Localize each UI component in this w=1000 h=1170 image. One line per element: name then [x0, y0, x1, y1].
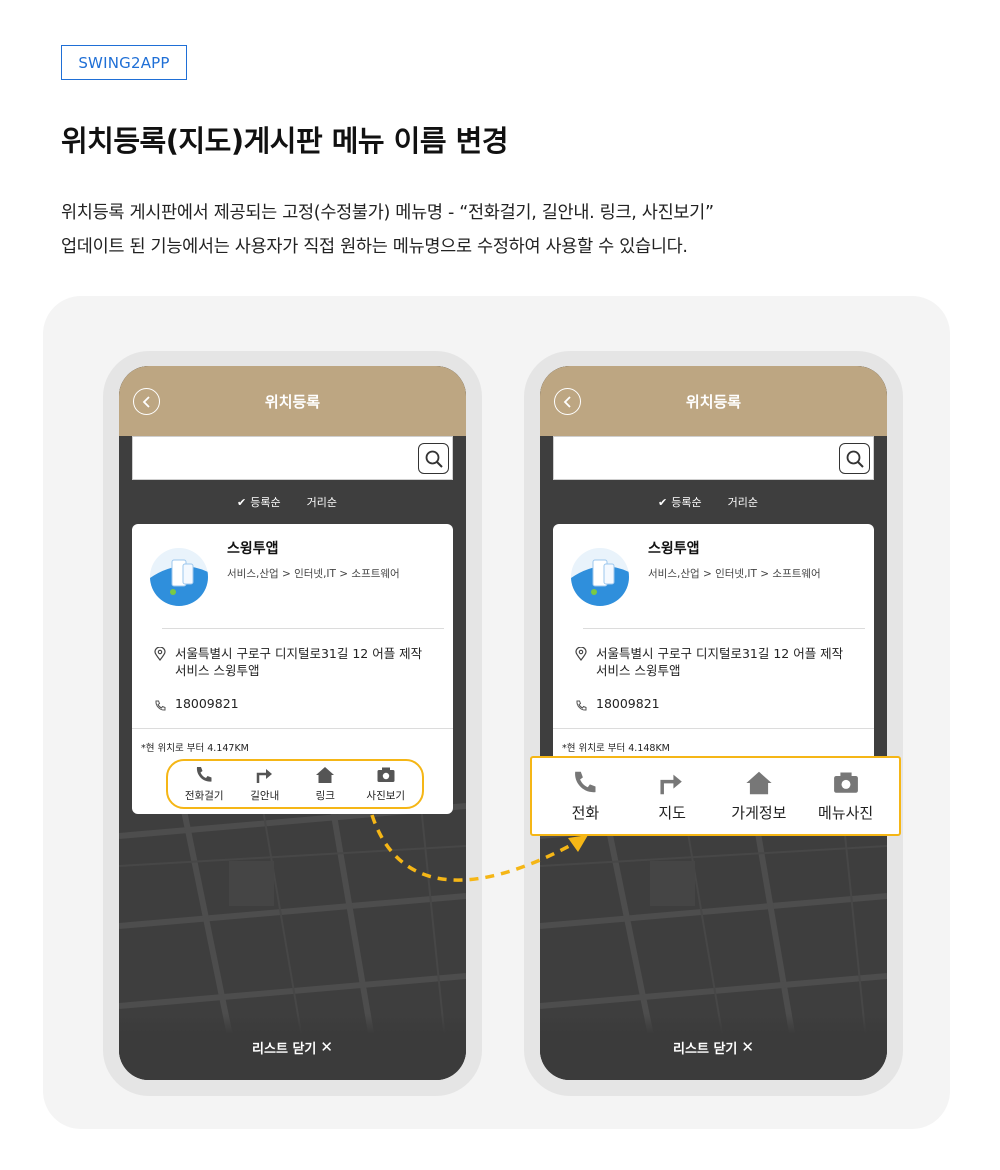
store-info-button[interactable]: 가게정보 [724, 770, 794, 823]
distance-text: *현 위치로 부터 4.147KM [141, 743, 249, 754]
home-icon [746, 771, 772, 794]
menu-photos-label: 메뉴사진 [818, 803, 874, 822]
close-icon: ✕ [320, 1038, 333, 1056]
divider [162, 628, 444, 629]
description-line-2: 업데이트 된 기능에서는 사용자가 직접 원하는 메뉴명으로 수정하여 사용할 … [61, 237, 688, 257]
sort-label: 등록순 [250, 496, 281, 509]
back-icon[interactable] [133, 388, 160, 415]
close-list-button[interactable]: 리스트 닫기 ✕ [540, 1014, 887, 1080]
turn-arrow-icon [660, 774, 682, 794]
phone-screen-before: 위치등록 ✔ 등록순 거리순 스윙투앱 서비스,산업 > 인터넷,IT > 소프트… [119, 366, 466, 1080]
phone-icon [154, 697, 166, 716]
map-label: 지도 [658, 803, 686, 822]
store-phone[interactable]: 18009821 [175, 696, 239, 711]
action-bar-before: 전화걸기 길안내 링크 사진보기 [166, 759, 424, 809]
store-address: 서울특별시 구로구 디지털로31길 12 어플 제작 서비스 스윙투앱 [596, 646, 844, 678]
camera-icon [833, 772, 858, 793]
store-info-label: 가게정보 [731, 803, 787, 822]
action-bar-after: 전화 지도 가게정보 메뉴사진 [530, 756, 901, 836]
divider [132, 728, 453, 729]
store-category: 서비스,산업 > 인터넷,IT > 소프트웨어 [648, 568, 821, 580]
brand-tag: SWING2APP [61, 45, 187, 80]
store-thumbnail [571, 548, 629, 606]
directions-button[interactable]: 길안내 [240, 766, 290, 803]
divider [583, 628, 865, 629]
call-button[interactable]: 전화걸기 [179, 766, 229, 803]
store-name: 스윙투앱 [648, 541, 700, 557]
divider [553, 728, 874, 729]
phone-header: 위치등록 [540, 366, 887, 436]
link-button[interactable]: 링크 [300, 766, 350, 803]
search-icon[interactable] [839, 443, 870, 474]
phone-icon [575, 697, 587, 716]
header-title: 위치등록 [264, 392, 321, 411]
store-thumbnail [150, 548, 208, 606]
check-icon: ✔ [658, 496, 668, 509]
phone-header: 위치등록 [119, 366, 466, 436]
photos-label: 사진보기 [366, 789, 406, 802]
store-address: 서울특별시 구로구 디지털로31길 12 어플 제작 서비스 스윙투앱 [175, 646, 423, 678]
pin-icon [575, 646, 587, 665]
turn-arrow-icon [256, 768, 272, 783]
sort-label: 등록순 [671, 496, 702, 509]
sort-by-registration[interactable]: ✔ 등록순 [658, 494, 702, 510]
store-category: 서비스,산업 > 인터넷,IT > 소프트웨어 [227, 568, 400, 580]
sort-by-distance[interactable]: 거리순 [307, 494, 337, 510]
search-input[interactable] [132, 436, 453, 480]
menu-photos-button[interactable]: 메뉴사진 [811, 770, 881, 823]
close-list-label: 리스트 닫기 [673, 1041, 738, 1057]
directions-label: 길안내 [250, 789, 280, 802]
back-icon[interactable] [554, 388, 581, 415]
call-button[interactable]: 전화 [550, 770, 620, 823]
phone-icon [575, 771, 596, 792]
close-icon: ✕ [741, 1038, 754, 1056]
phone-screen-after: 위치등록 ✔ 등록순 거리순 스윙투앱 서비스,산업 > 인터넷,IT > 소프트… [540, 366, 887, 1080]
sort-by-registration[interactable]: ✔ 등록순 [237, 494, 281, 510]
home-icon [316, 766, 335, 783]
call-label: 전화걸기 [184, 789, 224, 802]
store-name: 스윙투앱 [227, 541, 279, 557]
sort-options: ✔ 등록순 거리순 [658, 494, 758, 510]
call-label: 전화 [571, 803, 600, 822]
check-icon: ✔ [237, 496, 247, 509]
header-title: 위치등록 [685, 392, 742, 411]
search-icon[interactable] [418, 443, 449, 474]
description-line-1: 위치등록 게시판에서 제공되는 고정(수정불가) 메뉴명 - “전화걸기, 길안… [61, 203, 714, 223]
camera-icon [377, 767, 395, 782]
page-description: 위치등록 게시판에서 제공되는 고정(수정불가) 메뉴명 - “전화걸기, 길안… [61, 196, 714, 264]
distance-text: *현 위치로 부터 4.148KM [562, 743, 670, 754]
close-list-button[interactable]: 리스트 닫기 ✕ [119, 1014, 466, 1080]
link-label: 링크 [315, 789, 335, 802]
sort-by-distance[interactable]: 거리순 [728, 494, 758, 510]
photos-button[interactable]: 사진보기 [361, 766, 411, 803]
map-button[interactable]: 지도 [637, 770, 707, 823]
phone-icon [197, 766, 212, 782]
store-phone[interactable]: 18009821 [596, 696, 660, 711]
page-title: 위치등록(지도)게시판 메뉴 이름 변경 [61, 124, 509, 158]
close-list-label: 리스트 닫기 [252, 1041, 317, 1057]
sort-options: ✔ 등록순 거리순 [237, 494, 337, 510]
pin-icon [154, 646, 166, 665]
search-input[interactable] [553, 436, 874, 480]
